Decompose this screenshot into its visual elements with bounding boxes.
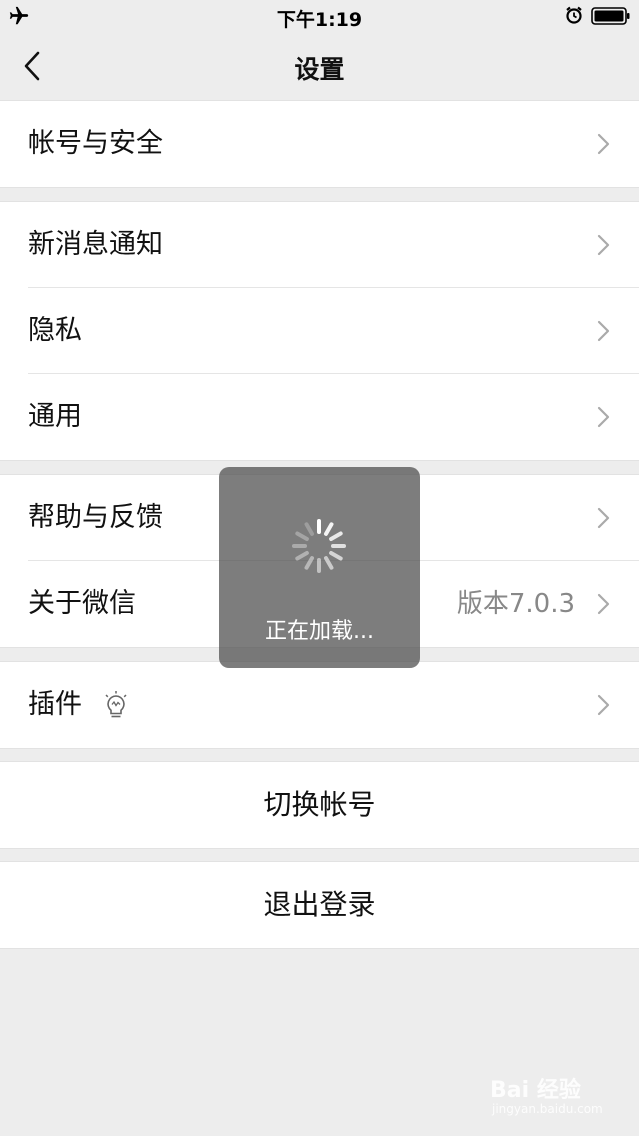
- group-settings: 新消息通知 隐私 通用: [0, 201, 639, 461]
- version-value: 版本7.0.3: [456, 589, 575, 619]
- logout-button[interactable]: 退出登录: [0, 862, 639, 948]
- row-label: 新消息通知: [28, 229, 163, 260]
- switch-account-button[interactable]: 切换帐号: [0, 762, 639, 848]
- page-title: 设置: [294, 55, 345, 84]
- chevron-right-icon: [597, 593, 610, 615]
- chevron-right-icon: [597, 234, 610, 256]
- loading-toast: 正在加载...: [219, 467, 420, 668]
- row-label: 帮助与反馈: [28, 502, 163, 533]
- row-label: 关于微信: [28, 588, 136, 619]
- navigation-bar: 设置: [0, 32, 639, 100]
- chevron-right-icon: [597, 406, 610, 428]
- loading-spinner-icon: [292, 519, 346, 573]
- alarm-icon: [566, 6, 582, 24]
- group-logout: 退出登录: [0, 861, 639, 949]
- chevron-right-icon: [597, 133, 610, 155]
- loading-text: 正在加载...: [265, 619, 374, 644]
- battery-icon: [591, 7, 630, 25]
- status-bar: 下午1:19: [0, 0, 639, 32]
- watermark-url: jingyan.baidu.com: [492, 1102, 603, 1116]
- row-label: 帐号与安全: [28, 128, 163, 159]
- group-account: 帐号与安全: [0, 100, 639, 188]
- chevron-right-icon: [597, 320, 610, 342]
- chevron-right-icon: [597, 507, 610, 529]
- chevron-right-icon: [597, 694, 610, 716]
- row-account-security[interactable]: 帐号与安全: [0, 101, 639, 187]
- row-plugins[interactable]: 插件: [0, 662, 639, 748]
- row-label: 通用: [28, 401, 82, 432]
- row-label: 插件: [28, 689, 82, 720]
- row-new-message-notifications[interactable]: 新消息通知: [0, 202, 639, 288]
- row-label: 隐私: [28, 315, 82, 346]
- row-privacy[interactable]: 隐私: [0, 288, 639, 374]
- group-switch-account: 切换帐号: [0, 761, 639, 849]
- lightbulb-icon: [105, 691, 127, 718]
- group-plugins: 插件: [0, 661, 639, 749]
- status-time: 下午1:19: [276, 9, 363, 31]
- row-general[interactable]: 通用: [0, 374, 639, 460]
- watermark: Bai 经验 jingyan.baidu.com: [486, 1064, 616, 1124]
- watermark-brand: Bai 经验: [490, 1078, 581, 1103]
